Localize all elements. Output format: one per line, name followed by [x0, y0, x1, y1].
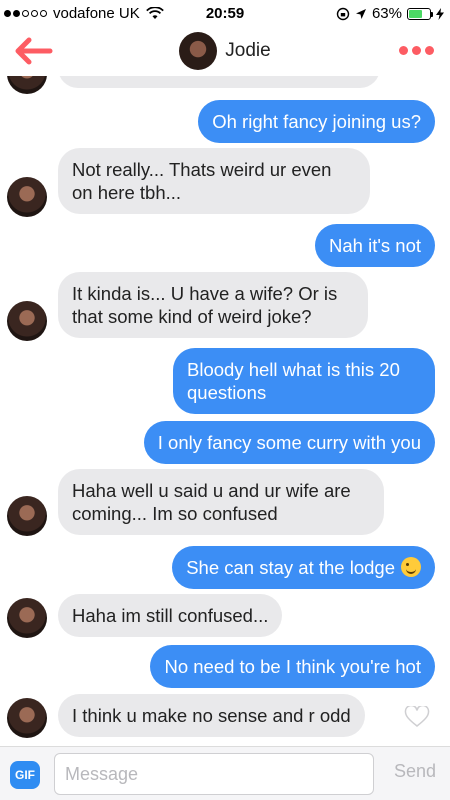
rotation-lock-icon	[336, 7, 350, 20]
message-incoming	[58, 76, 380, 88]
message-input[interactable]	[54, 753, 374, 795]
sender-avatar	[7, 496, 47, 536]
message-input-bar: GIF Send	[0, 746, 450, 800]
sender-avatar	[7, 76, 47, 94]
sender-avatar	[7, 177, 47, 217]
message-incoming: Haha im still confused...	[58, 594, 283, 637]
message-text: She can stay at the lodge	[186, 557, 395, 578]
more-dot	[399, 46, 408, 55]
send-button[interactable]: Send	[394, 761, 436, 782]
status-bar: vodafone UK 20:59 63%	[0, 0, 450, 26]
nav-bar: Jodie	[0, 26, 450, 76]
gif-button[interactable]: GIF	[10, 761, 40, 789]
battery-icon	[407, 7, 433, 20]
message-outgoing: Bloody hell what is this 20 questions	[173, 348, 435, 414]
message-incoming: Not really... Thats weird ur even on her…	[58, 148, 370, 214]
message-outgoing: Nah it's not	[315, 224, 435, 267]
more-dot	[425, 46, 434, 55]
status-right: 63%	[336, 5, 444, 22]
message-incoming: It kinda is... U have a wife? Or is that…	[58, 272, 368, 338]
more-dots-icon[interactable]	[399, 46, 434, 55]
winking-face-emoji	[401, 557, 421, 577]
chat-thread[interactable]: Oh right fancy joining us? Not really...…	[0, 76, 450, 746]
contact-header[interactable]: Jodie	[0, 32, 450, 70]
message-outgoing: No need to be I think you're hot	[150, 645, 435, 688]
message-incoming: I think u make no sense and r odd	[58, 694, 365, 737]
location-arrow-icon	[355, 8, 366, 19]
message-incoming: Haha well u said u and ur wife are comin…	[58, 469, 384, 535]
charging-bolt-icon	[436, 7, 444, 20]
contact-name[interactable]: Jodie	[225, 40, 270, 62]
sender-avatar	[7, 301, 47, 341]
contact-avatar[interactable]	[179, 32, 218, 70]
battery-fill	[409, 9, 422, 18]
battery-percent: 63%	[371, 5, 402, 22]
like-heart-icon[interactable]	[404, 706, 430, 728]
message-outgoing: She can stay at the lodge	[172, 546, 435, 589]
message-outgoing: Oh right fancy joining us?	[198, 100, 435, 143]
more-dot	[412, 46, 421, 55]
sender-avatar	[7, 698, 47, 738]
sender-avatar	[7, 598, 47, 638]
message-outgoing: I only fancy some curry with you	[143, 421, 435, 464]
